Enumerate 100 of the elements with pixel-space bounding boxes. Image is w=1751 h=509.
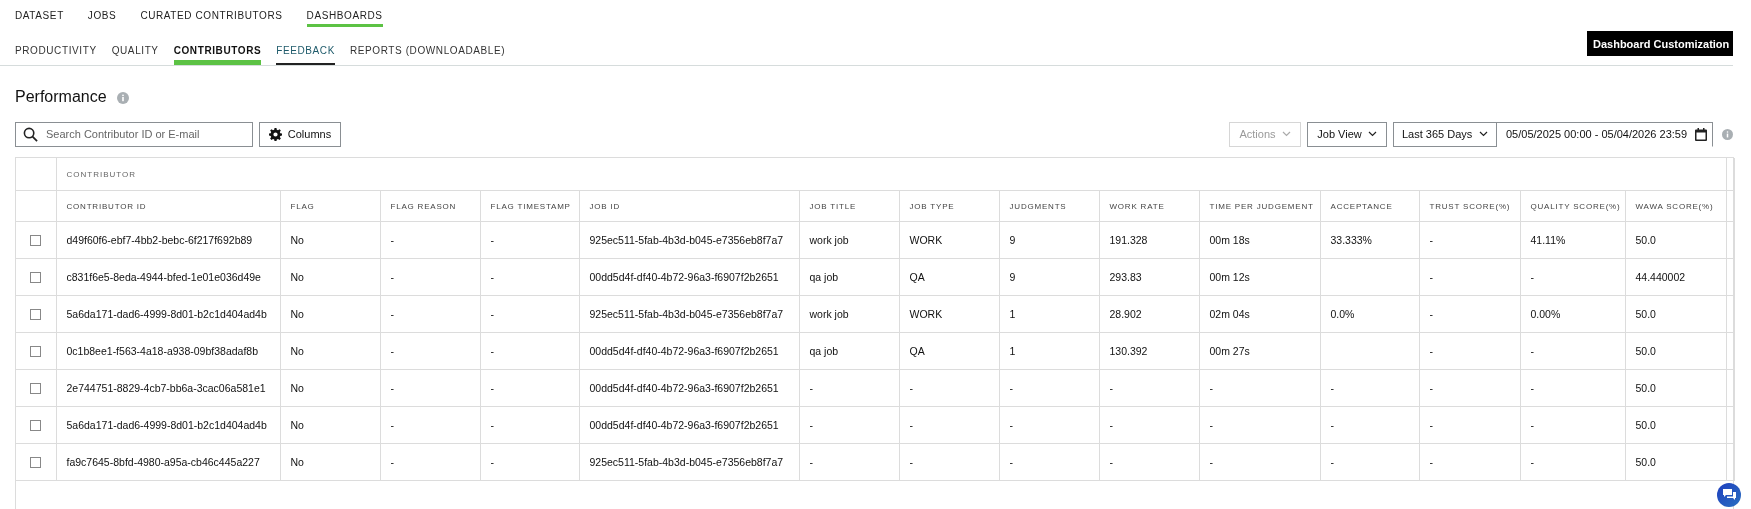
column-header[interactable]: JOB TITLE [799,190,899,222]
sub-tab[interactable]: CONTRIBUTORS [173,45,262,65]
table-cell: 50.0 [1625,406,1727,444]
nav-tab[interactable]: DASHBOARDS [306,10,383,27]
columns-button[interactable]: Columns [259,121,341,147]
table-cell: 130.392 [1099,332,1199,370]
view-dropdown[interactable]: Job View [1307,121,1387,147]
table-cell: 5a6da171-dad6-4999-8d01-b2c1d404ad4b [56,295,280,333]
table-cell: qa job [799,258,899,296]
row-checkbox[interactable] [30,235,42,247]
table-cell: - [899,443,999,481]
table-cell: - [1520,406,1625,444]
date-range-field[interactable]: 05/05/2025 00:00 - 05/04/2026 23:59 [1497,121,1713,147]
table-cell: 5a6da171-dad6-4999-8d01-b2c1d404ad4b [56,406,280,444]
nav-tab[interactable]: DATASET [15,10,64,27]
column-header[interactable]: QUALITY SCORE(%) [1520,190,1625,222]
row-checkbox[interactable] [30,383,42,395]
sub-tab[interactable]: QUALITY [111,45,159,65]
table-cell: 50.0 [1625,332,1727,370]
table-cell: - [1520,369,1625,407]
table-cell: fa9c7645-8bfd-4980-a95a-cb46c445a227 [56,443,280,481]
section-title: Performance [15,88,107,106]
table-cell: - [480,369,579,407]
table-cell: - [380,332,480,370]
column-header[interactable]: ACCEPTANCE [1320,190,1419,222]
sub-tab[interactable]: FEEDBACK [276,45,335,65]
column-header[interactable]: WORK RATE [1099,190,1199,222]
table-cell: - [1099,369,1199,407]
row-checkbox[interactable] [30,457,42,469]
sub-tab[interactable]: PRODUCTIVITY [15,45,97,65]
table-cell: - [380,258,480,296]
table-cell: 00m 18s [1199,221,1320,259]
table-cell: 0c1b8ee1-f563-4a18-a938-09bf38adaf8b [56,332,280,370]
table-cell: 925ec511-5fab-4b3d-b045-e7356eb8f7a7 [579,221,799,259]
table-cell: - [1419,258,1520,296]
row-checkbox[interactable] [30,420,42,432]
table-cell: - [480,258,579,296]
table-cell: - [1099,443,1199,481]
table-cell: No [280,369,380,407]
table-cell: - [480,221,579,259]
dashboard-customization-button[interactable]: Dashboard Customization [1587,31,1733,56]
table-cell: d49f60f6-ebf7-4bb2-bebc-6f217f692b89 [56,221,280,259]
table-cell: 9 [999,258,1099,296]
table-cell: - [1320,443,1419,481]
table-cell: - [380,443,480,481]
column-header[interactable]: WAWA SCORE(%) [1625,190,1727,222]
nav-tab[interactable]: CURATED CONTRIBUTORS [140,10,283,27]
date-range-dropdown[interactable]: Last 365 Days [1393,121,1497,147]
row-checkbox[interactable] [30,309,42,321]
table-cell: - [380,406,480,444]
info-icon[interactable] [1722,128,1733,140]
gear-icon [268,127,282,141]
table-cell: - [480,406,579,444]
search-field[interactable]: Search Contributor ID or E-mail [15,121,253,147]
table-cell: 41.11% [1520,221,1625,259]
chat-icon [1722,489,1736,501]
table-cell: 02m 04s [1199,295,1320,333]
row-checkbox[interactable] [30,346,42,358]
column-header[interactable]: JUDGMENTS [999,190,1099,222]
sub-tab[interactable]: REPORTS (DOWNLOADABLE) [349,45,506,65]
table-cell: - [1199,443,1320,481]
table-cell: - [1199,406,1320,444]
table-cell: 00dd5d4f-df40-4b72-96a3-f6907f2b2651 [579,258,799,296]
row-checkbox[interactable] [30,272,42,284]
table-cell: - [999,406,1099,444]
table-cell: - [899,406,999,444]
caret-icon [1479,131,1488,137]
column-header[interactable]: CONTRIBUTOR ID [56,190,280,222]
table-cell: - [1419,443,1520,481]
column-header[interactable]: FLAG [280,190,380,222]
table-cell: - [999,369,1099,407]
table-cell: - [1099,406,1199,444]
table-cell: No [280,332,380,370]
table-cell: - [899,369,999,407]
table-cell: - [1419,295,1520,333]
column-header[interactable]: JOB TYPE [899,190,999,222]
column-header[interactable]: JOB ID [579,190,799,222]
table-cell: - [1419,369,1520,407]
table-cell: - [799,443,899,481]
table-cell: c831f6e5-8eda-4944-bfed-1e01e036d49e [56,258,280,296]
table-cell: - [1520,258,1625,296]
table-cell: 293.83 [1099,258,1199,296]
table-cell: - [799,369,899,407]
table-cell: qa job [799,332,899,370]
table-cell: - [380,295,480,333]
nav-tab[interactable]: JOBS [87,10,117,27]
info-icon[interactable] [116,91,129,104]
table-cell: QA [899,332,999,370]
table-cell: 1 [999,332,1099,370]
column-header[interactable]: TIME PER JUDGEMENT [1199,190,1320,222]
caret-icon [1281,131,1291,137]
chat-button[interactable] [1717,483,1741,507]
column-header[interactable]: FLAG REASON [380,190,480,222]
column-header[interactable]: FLAG TIMESTAMP [480,190,579,222]
column-header[interactable]: TRUST SCORE(%) [1419,190,1520,222]
table-cell: 33.333% [1320,221,1419,259]
table-cell: - [1320,406,1419,444]
table-cell: work job [799,295,899,333]
calendar-icon [1695,127,1707,141]
table-cell: 191.328 [1099,221,1199,259]
